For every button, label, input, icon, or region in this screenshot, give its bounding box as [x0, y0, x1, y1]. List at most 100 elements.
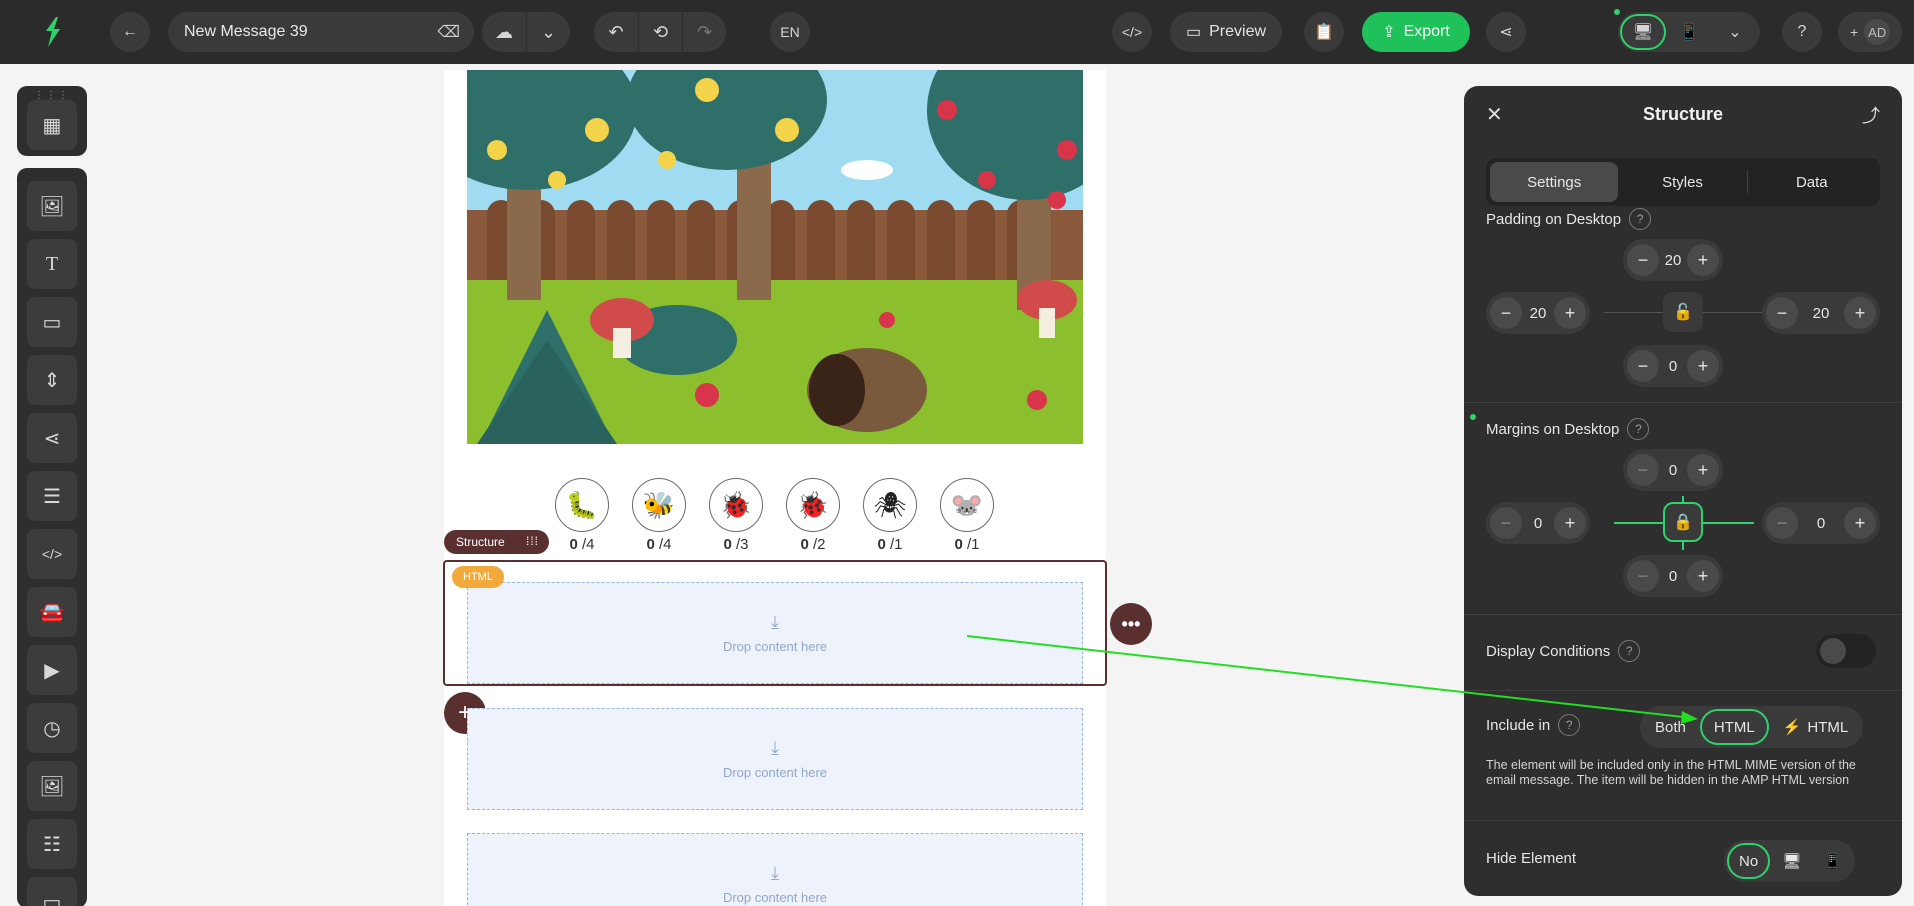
structure-tag[interactable]: Structure ⁞⁞⁞: [444, 530, 549, 554]
back-button[interactable]: ←: [110, 12, 150, 52]
plus-icon[interactable]: +: [1687, 244, 1719, 276]
display-conditions-toggle[interactable]: [1816, 634, 1876, 668]
more-block-icon[interactable]: ▭: [27, 877, 77, 906]
tab-data[interactable]: Data: [1748, 162, 1876, 202]
structure-settings-panel: ✕ Structure ⤴ Settings Styles Data Paddi…: [1464, 86, 1902, 896]
status-dot: [1614, 9, 1620, 15]
amp-list-block-icon[interactable]: ☷: [27, 819, 77, 869]
hide-mobile-icon[interactable]: 📱: [1813, 843, 1852, 879]
mouse-icon: 🐭: [940, 478, 994, 532]
social-block-icon[interactable]: ⋖: [27, 413, 77, 463]
minus-icon[interactable]: −: [1627, 350, 1659, 382]
drag-handle-icon[interactable]: ⁞⁞⁞: [526, 534, 539, 548]
pin-icon[interactable]: ⤴: [1862, 102, 1880, 128]
app-logo-icon[interactable]: [38, 14, 68, 50]
drop-zone[interactable]: ⤓ Drop content here: [467, 708, 1083, 810]
blocks-icon[interactable]: ▦: [27, 100, 77, 150]
timer-block-icon[interactable]: ◷: [27, 703, 77, 753]
plus-icon[interactable]: +: [1687, 454, 1719, 486]
minus-icon[interactable]: −: [1627, 244, 1659, 276]
video-block-icon[interactable]: ▶: [27, 645, 77, 695]
drop-zone-text: Drop content here: [722, 890, 828, 905]
chevron-down-icon[interactable]: ⌄: [1712, 14, 1758, 50]
undo-icon[interactable]: ↶: [594, 12, 638, 52]
include-both-option[interactable]: Both: [1643, 709, 1698, 745]
code-icon: </>: [1121, 24, 1143, 40]
help-button[interactable]: ?: [1782, 12, 1822, 52]
minus-icon[interactable]: −: [1627, 560, 1659, 592]
hide-element-label: Hide Element: [1486, 850, 1577, 867]
padding-top-stepper: − 20 +: [1623, 239, 1723, 281]
banner-block-icon[interactable]: 🖼: [27, 761, 77, 811]
help-icon[interactable]: ?: [1629, 208, 1652, 230]
redo-icon[interactable]: ↷: [682, 12, 726, 52]
include-amp-option[interactable]: ⚡ HTML: [1771, 709, 1861, 745]
share-button[interactable]: ⋖: [1486, 12, 1526, 52]
structure-tag-label: Structure: [456, 535, 505, 549]
hero-garden-image: [467, 70, 1083, 444]
plus-icon[interactable]: +: [1844, 507, 1876, 539]
history-group: ↶ ⟲ ↷: [594, 12, 726, 52]
spacer-block-icon[interactable]: ⇕: [27, 355, 77, 405]
clear-title-icon[interactable]: ⌫: [437, 22, 460, 42]
plus-icon[interactable]: +: [1554, 507, 1586, 539]
button-block-icon[interactable]: ▭: [27, 297, 77, 347]
plus-icon[interactable]: +: [1554, 297, 1586, 329]
help-icon[interactable]: ?: [1558, 714, 1581, 736]
plus-icon[interactable]: +: [1844, 297, 1876, 329]
hide-element-selector: No 🖥 📱: [1724, 840, 1855, 882]
mobile-view-icon[interactable]: 📱: [1666, 14, 1712, 50]
minus-icon[interactable]: −: [1490, 297, 1522, 329]
include-amp-label: HTML: [1807, 718, 1849, 736]
checklist-button[interactable]: 📋: [1304, 12, 1344, 52]
html-block-icon[interactable]: </>: [27, 529, 77, 579]
code-view-button[interactable]: </>: [1112, 12, 1152, 52]
preview-button[interactable]: ▭ Preview: [1170, 12, 1283, 52]
help-icon[interactable]: ?: [1618, 640, 1641, 662]
collected-count: 0: [646, 536, 655, 553]
ladybug-icon: 🐞: [786, 478, 840, 532]
tab-settings[interactable]: Settings: [1490, 162, 1619, 202]
export-label: Export: [1403, 23, 1450, 40]
display-conditions-row: Display Conditions ?: [1486, 640, 1641, 662]
margin-lock-icon[interactable]: 🔒: [1663, 502, 1703, 542]
image-block-icon[interactable]: 🖼: [27, 181, 77, 231]
total-count: /4: [659, 536, 672, 553]
help-icon: ?: [1797, 23, 1807, 40]
include-html-option[interactable]: HTML: [1699, 709, 1769, 745]
menu-block-icon[interactable]: ☰: [27, 471, 77, 521]
padding-lock-icon[interactable]: 🔓: [1663, 292, 1703, 332]
desktop-view-icon[interactable]: 🖥: [1620, 14, 1666, 50]
chevron-down-icon[interactable]: ⌄: [526, 12, 570, 52]
collected-count: 0: [800, 536, 809, 553]
user-menu[interactable]: + AD: [1838, 12, 1902, 52]
minus-icon[interactable]: −: [1766, 297, 1798, 329]
tab-styles[interactable]: Styles: [1618, 162, 1746, 202]
text-block-icon[interactable]: T: [27, 239, 77, 289]
minus-icon[interactable]: −: [1766, 507, 1798, 539]
minus-icon[interactable]: −: [1627, 454, 1659, 486]
hide-desktop-icon[interactable]: 🖥: [1772, 843, 1811, 879]
preview-label: Preview: [1209, 23, 1267, 40]
hide-no-option[interactable]: No: [1727, 843, 1771, 879]
cloud-upload-icon[interactable]: ☁: [482, 12, 526, 52]
minus-icon[interactable]: −: [1490, 507, 1522, 539]
drop-zone[interactable]: ⤓ Drop content here: [467, 833, 1083, 906]
help-icon[interactable]: ?: [1627, 418, 1650, 440]
block-tools: 🖼 T ▭ ⇕ ⋖ ☰ </> 🚘 ▶ ◷ 🖼 ☷ ▭: [17, 168, 87, 906]
language-button[interactable]: EN: [770, 12, 810, 52]
section-divider: [1464, 614, 1902, 615]
more-options-button[interactable]: •••: [1110, 603, 1152, 645]
export-button[interactable]: ⇪ Export: [1362, 12, 1470, 52]
drag-grip-icon[interactable]: ⋮⋮⋮: [34, 90, 70, 101]
padding-label: Padding on Desktop: [1486, 210, 1622, 228]
message-title-field[interactable]: New Message 39 ⌫: [168, 12, 474, 52]
product-block-icon[interactable]: 🚘: [27, 587, 77, 637]
drop-zone[interactable]: ⤓ Drop content here: [467, 582, 1083, 684]
history-icon[interactable]: ⟲: [638, 12, 682, 52]
margin-bottom-value: 0: [1668, 567, 1678, 585]
panel-header: ✕ Structure ⤴: [1464, 86, 1902, 142]
include-in-label: Include in: [1486, 716, 1551, 734]
plus-icon[interactable]: +: [1687, 350, 1719, 382]
plus-icon[interactable]: +: [1687, 560, 1719, 592]
